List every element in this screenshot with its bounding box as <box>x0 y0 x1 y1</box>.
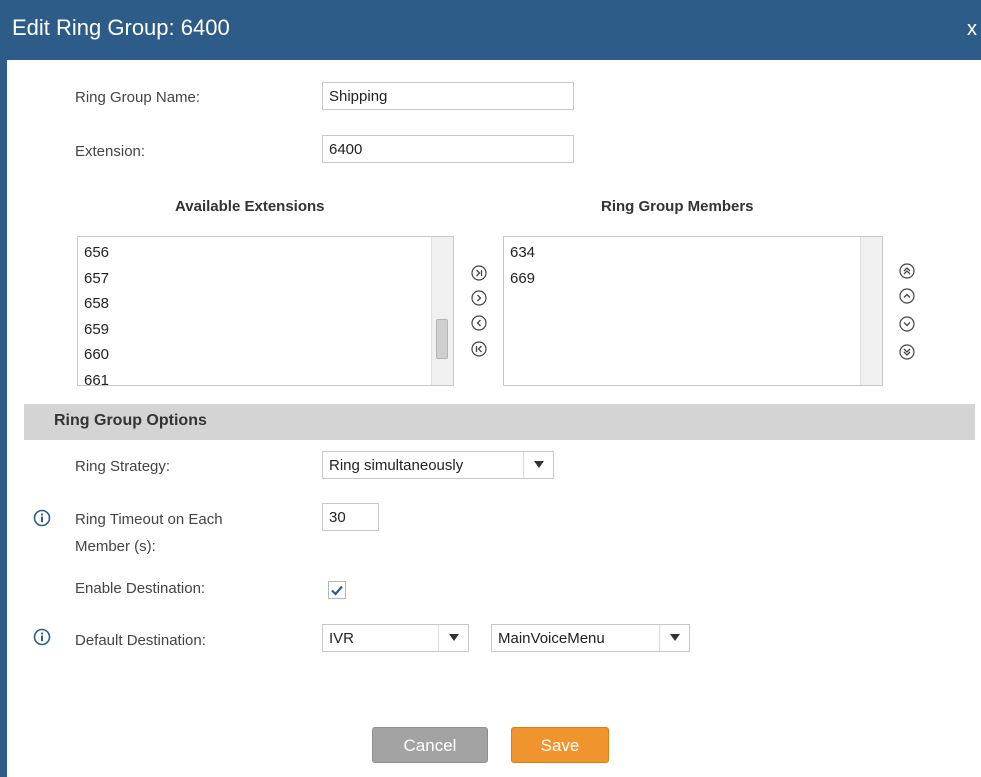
chevron-right-icon <box>471 290 487 306</box>
cancel-button[interactable]: Cancel <box>372 727 488 763</box>
list-item[interactable]: 660 <box>84 343 453 369</box>
chevron-up-icon <box>899 288 915 304</box>
move-all-left-button[interactable] <box>471 341 487 357</box>
dialog-title: Edit Ring Group: 6400 <box>12 15 230 40</box>
list-item[interactable]: 634 <box>510 241 882 267</box>
ring-group-options-section: Ring Group Options <box>24 404 975 440</box>
extension-label: Extension: <box>75 143 146 160</box>
ring-group-name-input[interactable]: Shipping <box>322 82 574 110</box>
ring-group-members-list[interactable]: 634 669 <box>503 236 883 386</box>
available-extensions-list[interactable]: 656 657 658 659 660 661 <box>77 236 454 386</box>
list-item[interactable]: 657 <box>84 267 453 293</box>
ring-timeout-input[interactable]: 30 <box>322 503 379 531</box>
destination-type-value: IVR <box>329 630 355 647</box>
chevron-down-icon <box>659 625 689 651</box>
chevron-down-icon <box>523 452 553 478</box>
info-icon <box>33 509 51 527</box>
info-icon <box>33 628 51 646</box>
double-chevron-left-icon <box>471 341 487 357</box>
default-destination-label: Default Destination: <box>75 632 206 649</box>
double-chevron-right-icon <box>471 265 487 281</box>
double-chevron-up-icon <box>899 263 915 279</box>
chevron-down-icon <box>438 625 468 651</box>
close-button[interactable]: x <box>967 18 977 41</box>
ring-group-name-label: Ring Group Name: <box>75 89 201 106</box>
destination-target-value: MainVoiceMenu <box>498 630 605 647</box>
move-down-button[interactable] <box>899 316 915 332</box>
list-item[interactable]: 661 <box>84 369 453 386</box>
ring-strategy-select[interactable]: Ring simultaneously <box>322 451 554 479</box>
extension-input[interactable]: 6400 <box>322 135 574 163</box>
ring-timeout-label-line2: Member (s): <box>75 538 156 555</box>
chevron-down-icon <box>899 316 915 332</box>
ring-strategy-label: Ring Strategy: <box>75 458 171 475</box>
ring-group-members-heading: Ring Group Members <box>601 198 754 215</box>
list-item[interactable]: 656 <box>84 241 453 267</box>
save-button[interactable]: Save <box>511 727 609 763</box>
chevron-left-icon <box>471 315 487 331</box>
double-chevron-down-icon <box>899 344 915 360</box>
move-up-button[interactable] <box>899 288 915 304</box>
available-extensions-heading: Available Extensions <box>175 198 325 215</box>
move-all-right-button[interactable] <box>471 265 487 281</box>
move-left-button[interactable] <box>471 315 487 331</box>
scrollbar-thumb[interactable] <box>436 319 448 359</box>
available-list-scrollbar[interactable] <box>431 237 453 385</box>
destination-target-select[interactable]: MainVoiceMenu <box>491 624 690 652</box>
section-title: Ring Group Options <box>54 412 207 429</box>
list-item[interactable]: 658 <box>84 292 453 318</box>
enable-destination-checkbox[interactable] <box>328 581 346 599</box>
checkmark-icon <box>331 585 343 596</box>
list-item[interactable]: 669 <box>510 267 882 293</box>
list-item[interactable]: 659 <box>84 318 453 344</box>
move-right-button[interactable] <box>471 290 487 306</box>
ring-timeout-label-line1: Ring Timeout on Each <box>75 511 223 528</box>
dialog-left-border <box>0 60 7 777</box>
dialog-titlebar: Edit Ring Group: 6400 x <box>0 0 981 60</box>
move-top-button[interactable] <box>899 263 915 279</box>
destination-type-select[interactable]: IVR <box>322 624 469 652</box>
move-bottom-button[interactable] <box>899 344 915 360</box>
members-list-scrollbar[interactable] <box>860 237 882 385</box>
ring-strategy-value: Ring simultaneously <box>329 457 464 474</box>
enable-destination-label: Enable Destination: <box>75 580 206 597</box>
